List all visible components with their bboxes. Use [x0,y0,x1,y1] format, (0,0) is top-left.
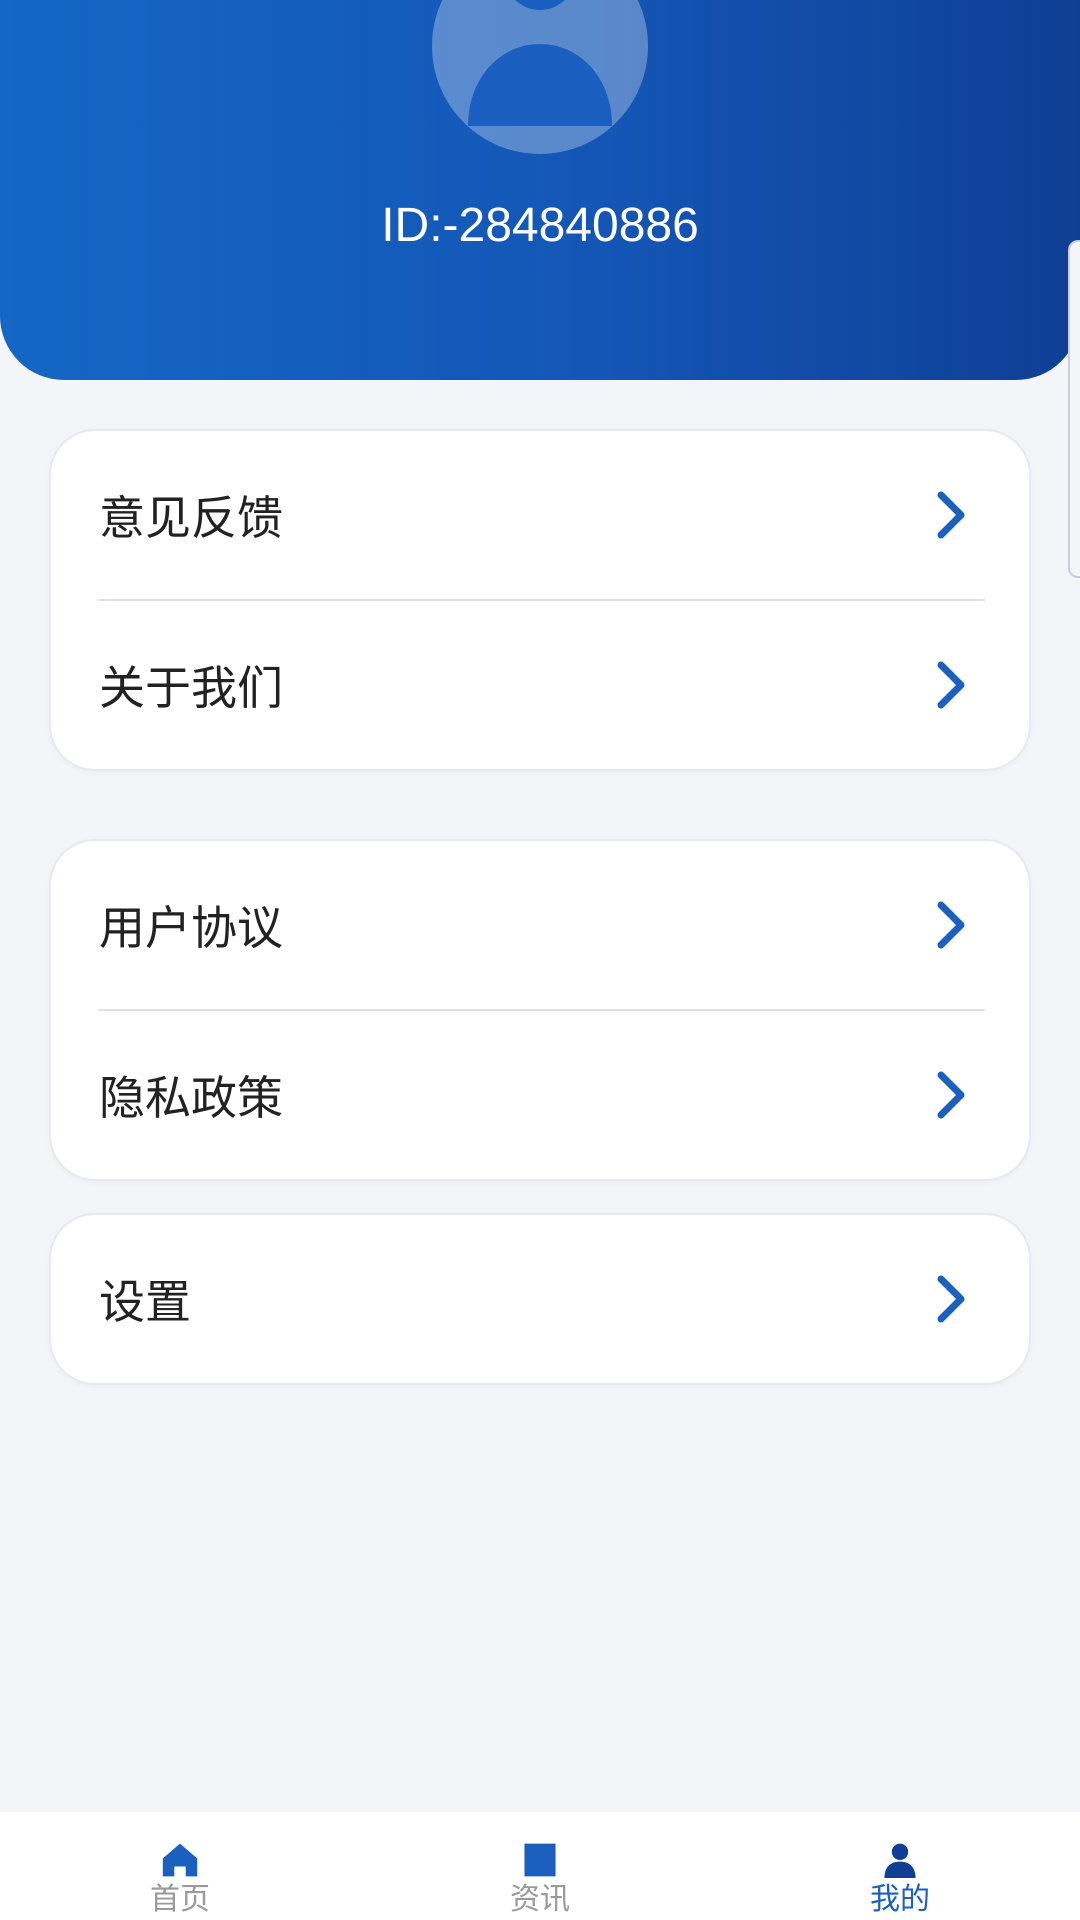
chevron-right-icon [937,1275,965,1323]
tab-label: 我的 [870,1882,930,1917]
menu-card-1: 意见反馈 关于我们 [49,429,1031,771]
profile-header: ID:-284840886 [0,0,1080,380]
menu-card-3: 设置 [49,1213,1031,1385]
tab-label: 首页 [150,1882,210,1917]
tab-news[interactable]: 资讯 [360,1812,720,1920]
avatar[interactable] [432,0,648,154]
menu-item-label: 意见反馈 [99,491,283,545]
profile-page: ID:-284840886 意见反馈 关于我们 用户协议 隐私政策 设置 首页 … [0,0,1080,1920]
user-avatar-icon [468,0,612,126]
menu-item-label: 用户协议 [99,901,283,955]
menu-card-2: 用户协议 隐私政策 [49,839,1031,1181]
menu-item-label: 隐私政策 [99,1071,283,1125]
menu-item-user-agreement[interactable]: 用户协议 [51,841,1029,1009]
chevron-right-icon [937,901,965,949]
tab-mine[interactable]: 我的 [720,1812,1080,1920]
bottom-tab-bar: 首页 资讯 我的 [0,1812,1080,1920]
tab-home[interactable]: 首页 [0,1812,360,1920]
profile-icon [884,1843,916,1878]
menu-item-about-us[interactable]: 关于我们 [51,601,1029,769]
chevron-right-icon [937,491,965,539]
chevron-right-icon [937,661,965,709]
user-id: ID:-284840886 [381,199,699,252]
scroll-handle[interactable] [1068,240,1080,578]
menu-item-feedback[interactable]: 意见反馈 [51,431,1029,599]
menu-item-label: 设置 [99,1275,191,1329]
menu-item-privacy-policy[interactable]: 隐私政策 [51,1011,1029,1179]
tab-label: 资讯 [510,1882,570,1917]
menu-item-label: 关于我们 [99,661,283,715]
menu-item-settings[interactable]: 设置 [51,1215,1029,1383]
news-icon [524,1843,556,1877]
chevron-right-icon [937,1071,965,1119]
home-icon [162,1843,198,1877]
